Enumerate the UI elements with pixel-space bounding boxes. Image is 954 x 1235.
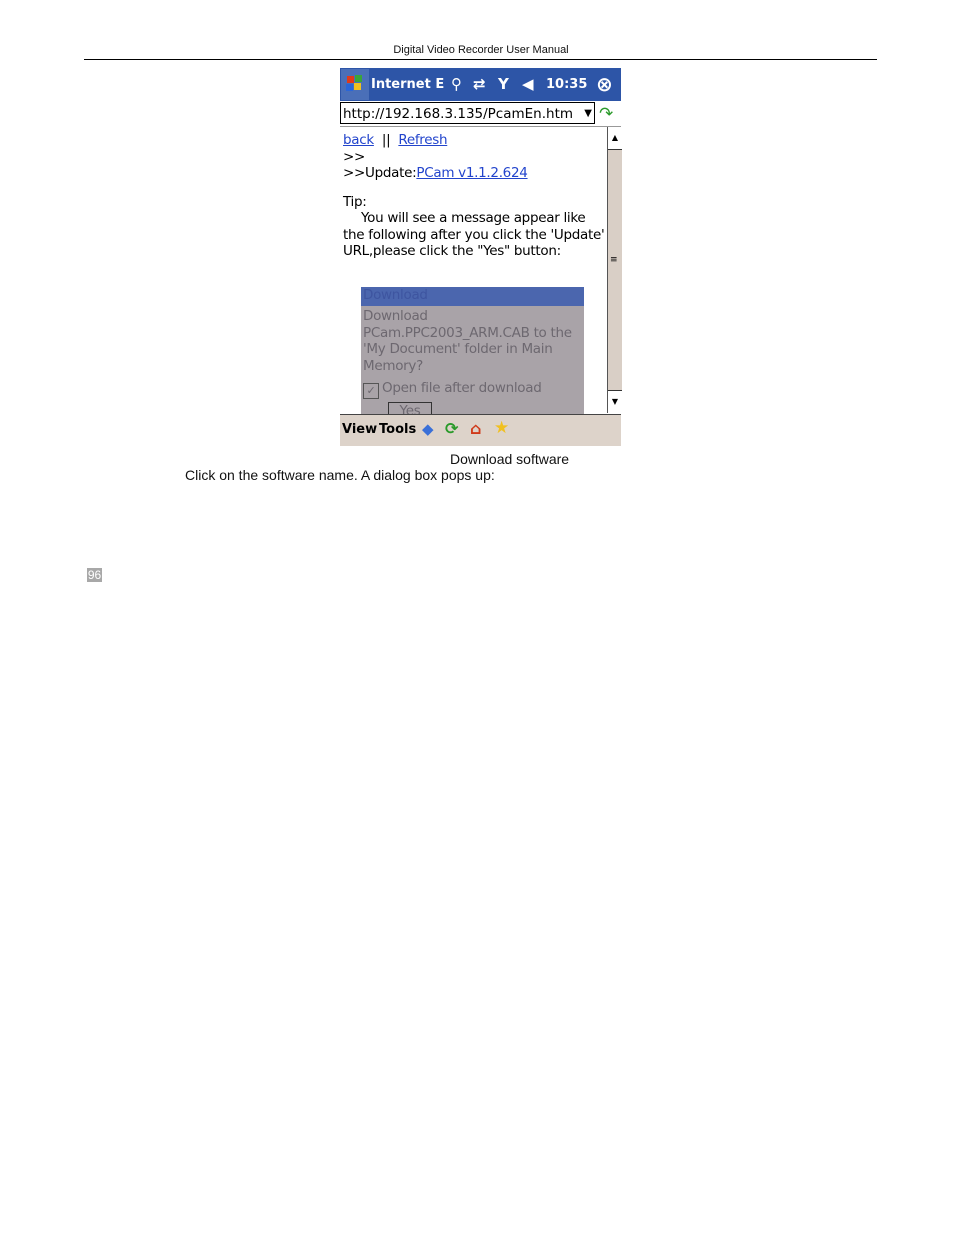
chevron-down-icon[interactable]: ▼ [584, 103, 592, 125]
yes-button: Yes [388, 402, 432, 414]
checkbox-label: Open file after download [382, 380, 542, 396]
scroll-down-icon[interactable]: ▼ [608, 390, 622, 413]
title-bar: Internet E ⚲ ⇄ Y ◀ 10:35 ⊗ [340, 68, 621, 101]
back-arrow-icon[interactable]: ◆ [422, 420, 434, 438]
refresh-link[interactable]: Refresh [398, 132, 447, 148]
header-rule [84, 59, 877, 60]
pocket-ie-screenshot: Internet E ⚲ ⇄ Y ◀ 10:35 ⊗ http://192.16… [340, 68, 622, 446]
address-value: http://192.168.3.135/PcamEn.htm [343, 106, 574, 122]
download-dialog-image: Download Download PCam.PPC2003_ARM.CAB t… [361, 287, 584, 414]
checkbox-icon: ✓ [363, 383, 379, 399]
tip-label: Tip: [343, 193, 367, 210]
refresh-icon[interactable]: ⟳ [445, 419, 458, 438]
speaker-icon[interactable]: ◀ [522, 75, 534, 93]
pcam-link[interactable]: PCam v1.1.2.624 [416, 165, 527, 181]
favorites-star-icon[interactable]: ★ [494, 418, 509, 438]
dialog-message: Download PCam.PPC2003_ARM.CAB to the 'My… [363, 308, 572, 374]
divider [340, 126, 621, 127]
manual-page: Digital Video Recorder User Manual Inter… [0, 0, 954, 1235]
dialog-title: Download [361, 287, 584, 306]
menu-view[interactable]: View [342, 422, 377, 437]
home-icon[interactable]: ⌂ [470, 419, 481, 438]
page-number: 96 [87, 568, 102, 582]
scroll-grip-icon: ≡ [610, 255, 618, 265]
running-header: Digital Video Recorder User Manual [393, 44, 569, 56]
menu-bar: View Tools ◆ ⟳ ⌂ ★ [340, 414, 621, 446]
menu-tools[interactable]: Tools [379, 422, 416, 437]
go-arrow-icon[interactable]: ↷ [599, 104, 613, 124]
scroll-up-icon[interactable]: ▲ [608, 127, 622, 150]
back-link[interactable]: back [343, 132, 374, 148]
page-content: back || Refresh >> >>Update:PCam v1.1.2.… [343, 132, 605, 260]
signal-icon: Y [498, 75, 509, 93]
address-bar[interactable]: http://192.168.3.135/PcamEn.htm ▼ [340, 102, 595, 124]
close-icon[interactable]: ⊗ [596, 72, 613, 96]
windows-start-icon[interactable] [341, 69, 369, 100]
link-separator: || [381, 132, 391, 148]
sync-icon: ⇄ [473, 75, 486, 93]
line: >> [343, 148, 366, 165]
app-title: Internet E [371, 77, 445, 92]
figure-caption: Download software [450, 451, 570, 467]
body-text: Click on the software name. A dialog box… [185, 467, 495, 483]
clock: 10:35 [546, 77, 588, 92]
antenna-icon: ⚲ [451, 75, 462, 93]
tip-text: You will see a message appear like the f… [343, 210, 605, 259]
scrollbar[interactable]: ▲ ≡ ▼ [607, 127, 622, 413]
update-label: >>Update: [343, 165, 417, 181]
